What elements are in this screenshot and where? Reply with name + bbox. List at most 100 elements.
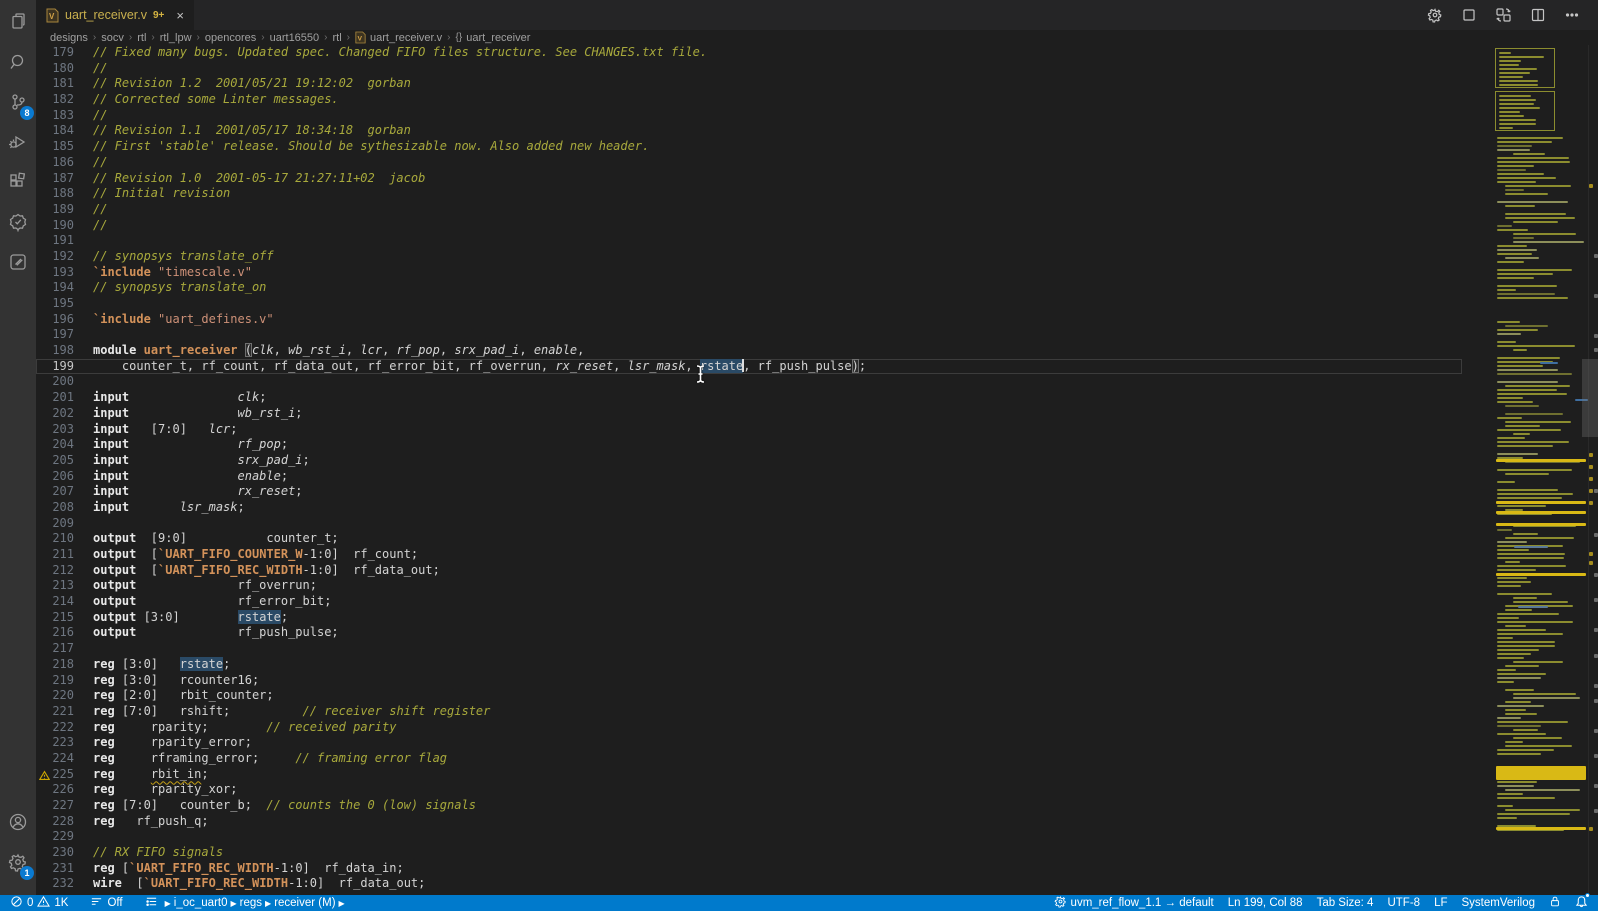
breadcrumb-item[interactable]: socv <box>101 32 124 44</box>
tab-size[interactable]: Tab Size: 4 <box>1310 895 1381 911</box>
minimap[interactable] <box>1494 45 1590 895</box>
code-line[interactable]: 182// Corrected some Linter messages. <box>36 92 1462 108</box>
code-line[interactable]: 194// synopsys translate_on <box>36 280 1462 296</box>
code-line[interactable]: 208input lsr_mask; <box>36 500 1462 516</box>
code-line[interactable]: 211output [`UART_FIFO_COUNTER_W-1:0] rf_… <box>36 547 1462 563</box>
extensions-button[interactable] <box>0 166 36 202</box>
breadcrumb-item[interactable]: designs <box>50 32 88 44</box>
breadcrumb-file[interactable]: uart_receiver.v <box>370 32 442 44</box>
code-line[interactable]: 202input wb_rst_i; <box>36 406 1462 422</box>
cursor-position[interactable]: Ln 199, Col 88 <box>1221 895 1310 911</box>
source-control-button[interactable]: 8 <box>0 86 36 122</box>
code-line[interactable]: 213output rf_overrun; <box>36 578 1462 594</box>
code-line[interactable]: 217 <box>36 641 1462 657</box>
account-button[interactable] <box>0 806 36 842</box>
scope-hierarchy[interactable]: ▶i_oc_uart0▶regs▶receiver (M)▶ <box>138 895 355 911</box>
settings-button[interactable]: 1 <box>0 846 36 882</box>
code-line[interactable]: 185// First 'stable' release. Should be … <box>36 139 1462 155</box>
breadcrumb-item[interactable]: rtl <box>137 32 146 44</box>
eol-indicator[interactable]: LF <box>1427 895 1454 911</box>
flow-config[interactable]: uvm_ref_flow_1.1 → default <box>1047 895 1221 911</box>
code-line[interactable]: 209 <box>36 516 1462 532</box>
line-number: 199 <box>52 359 74 375</box>
code-line[interactable]: 188// Initial revision <box>36 186 1462 202</box>
breadcrumb-item[interactable]: opencores <box>205 32 256 44</box>
code-line[interactable]: 218reg [3:0] rstate; <box>36 657 1462 673</box>
tab-uart-receiver[interactable]: V uart_receiver.v 9+ × <box>36 0 194 30</box>
code-line[interactable]: 231reg [`UART_FIFO_REC_WIDTH-1:0] rf_dat… <box>36 861 1462 877</box>
code-line[interactable]: 187// Revision 1.0 2001-05-17 21:27:11+0… <box>36 171 1462 187</box>
code-line[interactable]: 214output rf_error_bit; <box>36 594 1462 610</box>
code-line[interactable]: 227reg [7:0] counter_b; // counts the 0 … <box>36 798 1462 814</box>
gutter: 184 <box>36 123 93 139</box>
breadcrumb-item[interactable]: rtl_lpw <box>160 32 192 44</box>
code-line[interactable]: 226reg rparity_xor; <box>36 782 1462 798</box>
code-line[interactable]: 189// <box>36 202 1462 218</box>
code-line[interactable]: 200 <box>36 374 1462 390</box>
code-line[interactable]: 210output [9:0] counter_t; <box>36 531 1462 547</box>
code-line[interactable]: 191 <box>36 233 1462 249</box>
code-line[interactable]: 232wire [`UART_FIFO_REC_WIDTH-1:0] rf_da… <box>36 876 1462 892</box>
code-line[interactable]: 224reg rframing_error; // framing error … <box>36 751 1462 767</box>
approval-seal-button[interactable] <box>0 206 36 242</box>
code-line[interactable]: 212output [`UART_FIFO_REC_WIDTH-1:0] rf_… <box>36 563 1462 579</box>
breadcrumb-item[interactable]: uart16550 <box>270 32 320 44</box>
tabs-lock-button[interactable] <box>1542 895 1568 911</box>
minimap-line <box>1497 569 1536 571</box>
line-number: 207 <box>52 484 74 500</box>
breadcrumb-symbol[interactable]: uart_receiver <box>466 32 530 44</box>
code-line[interactable]: 197 <box>36 327 1462 343</box>
encoding[interactable]: UTF-8 <box>1380 895 1427 911</box>
code-line[interactable]: 183// <box>36 108 1462 124</box>
code-line[interactable]: 221reg [7:0] rshift; // receiver shift r… <box>36 704 1462 720</box>
code-line[interactable]: 199 counter_t, rf_count, rf_data_out, rf… <box>36 359 1462 375</box>
code-line[interactable]: 219reg [3:0] rcounter16; <box>36 673 1462 689</box>
run-debug-button[interactable] <box>0 126 36 162</box>
language-mode[interactable]: SystemVerilog <box>1454 895 1542 911</box>
more-actions-icon[interactable] <box>1564 7 1580 23</box>
lens-off-toggle[interactable]: Off <box>83 895 129 911</box>
code-line[interactable]: 206input enable; <box>36 469 1462 485</box>
breadcrumb-item[interactable]: rtl <box>333 32 342 44</box>
code-line[interactable]: 220reg [2:0] rbit_counter; <box>36 688 1462 704</box>
code-line[interactable]: 207input rx_reset; <box>36 484 1462 500</box>
code-line[interactable]: 198module uart_receiver (clk, wb_rst_i, … <box>36 343 1462 359</box>
code-line[interactable]: 216output rf_push_pulse; <box>36 625 1462 641</box>
code-line[interactable]: 225reg rbit_in; <box>36 767 1462 783</box>
minimap-line <box>1513 221 1558 223</box>
code-line[interactable]: 201input clk; <box>36 390 1462 406</box>
code-line[interactable]: 230// RX FIFO signals <box>36 845 1462 861</box>
notifications-button[interactable] <box>1568 895 1598 911</box>
code-line[interactable]: 193`include "timescale.v" <box>36 265 1462 281</box>
code-line[interactable]: 190// <box>36 218 1462 234</box>
code-line[interactable]: 181// Revision 1.2 2001/05/21 19:12:02 g… <box>36 76 1462 92</box>
tab-close-icon[interactable]: × <box>176 8 184 23</box>
code-line[interactable]: 192// synopsys translate_off <box>36 249 1462 265</box>
code-line[interactable]: 203input [7:0] lcr; <box>36 422 1462 438</box>
problems-indicator[interactable]: 0 1K <box>0 895 75 911</box>
code-line[interactable]: 186// <box>36 155 1462 171</box>
code-line[interactable]: 228reg rf_push_q; <box>36 814 1462 830</box>
code-line[interactable]: 215output [3:0] rstate; <box>36 610 1462 626</box>
code-line[interactable]: 195 <box>36 296 1462 312</box>
code-line[interactable]: 223reg rparity_error; <box>36 735 1462 751</box>
code-line[interactable]: 196`include "uart_defines.v" <box>36 312 1462 328</box>
code-line[interactable]: 222reg rparity; // received parity <box>36 720 1462 736</box>
pencil-square-button[interactable] <box>0 246 36 282</box>
explorer-button[interactable] <box>0 6 36 42</box>
line-number: 223 <box>52 735 74 751</box>
code-line[interactable]: 229 <box>36 829 1462 845</box>
code-line[interactable]: 180// <box>36 61 1462 77</box>
customize-layout-gear-icon[interactable] <box>1427 7 1443 23</box>
code-line[interactable]: 179// Fixed many bugs. Updated spec. Cha… <box>36 45 1462 61</box>
split-editor-icon[interactable] <box>1530 7 1546 23</box>
search-button[interactable] <box>0 46 36 82</box>
code-line[interactable]: 205input srx_pad_i; <box>36 453 1462 469</box>
code-line[interactable]: 204input rf_pop; <box>36 437 1462 453</box>
gutter: 228 <box>36 814 93 830</box>
scrollbar-thumb[interactable] <box>1582 359 1598 437</box>
sync-changes-icon[interactable] <box>1495 7 1512 23</box>
square-icon[interactable] <box>1461 7 1477 23</box>
editor-pane[interactable]: 179// Fixed many bugs. Updated spec. Cha… <box>36 45 1598 895</box>
code-line[interactable]: 184// Revision 1.1 2001/05/17 18:34:18 g… <box>36 123 1462 139</box>
